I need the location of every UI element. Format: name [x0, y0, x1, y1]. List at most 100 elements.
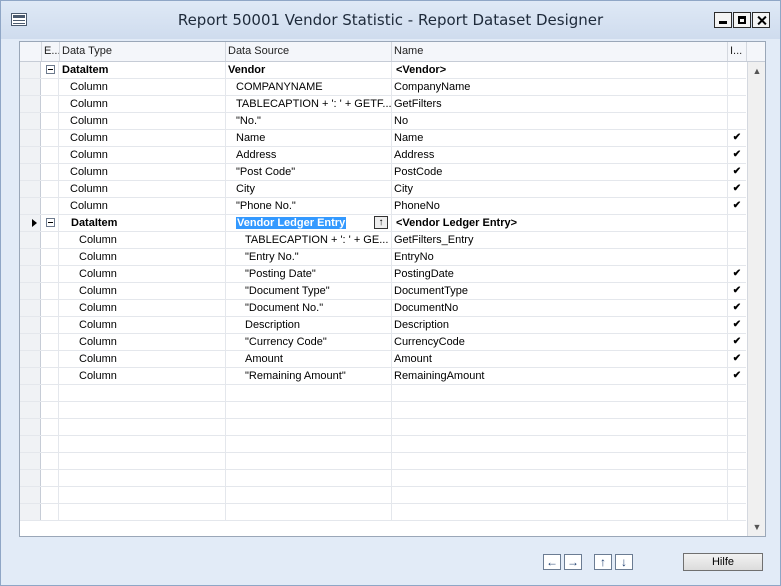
- name-cell[interactable]: RemainingAmount: [392, 368, 728, 384]
- empty-cell[interactable]: [226, 385, 392, 401]
- table-row[interactable]: Column "No." No: [20, 113, 746, 130]
- row-selector[interactable]: [20, 96, 41, 112]
- row-selector[interactable]: [20, 368, 41, 384]
- data-source-cell[interactable]: Amount: [226, 351, 392, 367]
- empty-cell[interactable]: [392, 453, 728, 469]
- data-source-cell[interactable]: "Document No.": [226, 300, 392, 316]
- empty-cell[interactable]: [392, 385, 728, 401]
- table-row[interactable]: DataItem Vendor Ledger Entry ↑ <Vendor Ledg…: [20, 215, 746, 232]
- empty-cell[interactable]: [60, 419, 226, 435]
- row-selector[interactable]: [20, 334, 41, 350]
- data-source-cell[interactable]: "Post Code": [226, 164, 392, 180]
- empty-cell[interactable]: [60, 436, 226, 452]
- table-row[interactable]: Column TABLECAPTION + ': ' + GETF... GetFi…: [20, 96, 746, 113]
- empty-cell[interactable]: [226, 470, 392, 486]
- name-cell[interactable]: DocumentType: [392, 283, 728, 299]
- data-source-cell[interactable]: TABLECAPTION + ': ' + GE...: [226, 232, 392, 248]
- data-source-cell[interactable]: Vendor Ledger Entry ↑: [226, 215, 392, 231]
- empty-cell[interactable]: [728, 436, 746, 452]
- lookup-button[interactable]: ↑: [374, 216, 388, 229]
- table-row[interactable]: [20, 385, 746, 402]
- data-type-cell[interactable]: Column: [60, 96, 226, 112]
- data-source-cell[interactable]: "No.": [226, 113, 392, 129]
- table-row[interactable]: Column "Posting Date" PostingDate ✔: [20, 266, 746, 283]
- name-cell[interactable]: Name: [392, 130, 728, 146]
- data-type-cell[interactable]: Column: [60, 130, 226, 146]
- table-row[interactable]: Column "Phone No." PhoneNo ✔: [20, 198, 746, 215]
- include-caption-checkmark[interactable]: [728, 215, 746, 231]
- data-source-cell[interactable]: Address: [226, 147, 392, 163]
- row-selector[interactable]: [20, 300, 41, 316]
- scroll-down-button[interactable]: ▼: [749, 519, 765, 535]
- row-selector[interactable]: [20, 402, 41, 418]
- table-row[interactable]: Column TABLECAPTION + ': ' + GE... GetFilt…: [20, 232, 746, 249]
- maximize-button[interactable]: [733, 12, 751, 28]
- table-row[interactable]: Column "Entry No." EntryNo: [20, 249, 746, 266]
- name-cell[interactable]: City: [392, 181, 728, 197]
- name-cell[interactable]: Address: [392, 147, 728, 163]
- empty-cell[interactable]: [60, 504, 226, 520]
- dataset-grid[interactable]: E... Data Type Data Source Name I... Dat…: [19, 41, 766, 537]
- table-row[interactable]: Column Description Description ✔: [20, 317, 746, 334]
- empty-cell[interactable]: [392, 436, 728, 452]
- row-selector[interactable]: [20, 419, 41, 435]
- include-caption-checkmark[interactable]: ✔: [728, 368, 746, 384]
- name-cell[interactable]: Description: [392, 317, 728, 333]
- name-cell[interactable]: CurrencyCode: [392, 334, 728, 350]
- empty-cell[interactable]: [226, 419, 392, 435]
- table-row[interactable]: Column "Document No." DocumentNo ✔: [20, 300, 746, 317]
- row-selector[interactable]: [20, 181, 41, 197]
- name-cell[interactable]: Amount: [392, 351, 728, 367]
- table-row[interactable]: Column "Remaining Amount" RemainingAmount ✔: [20, 368, 746, 385]
- empty-cell[interactable]: [392, 504, 728, 520]
- empty-cell[interactable]: [226, 436, 392, 452]
- data-type-cell[interactable]: Column: [60, 351, 226, 367]
- name-cell[interactable]: PostingDate: [392, 266, 728, 282]
- header-expand[interactable]: E...: [42, 42, 60, 61]
- empty-cell[interactable]: [60, 470, 226, 486]
- table-row[interactable]: [20, 436, 746, 453]
- header-name[interactable]: Name: [392, 42, 728, 61]
- data-type-cell[interactable]: Column: [60, 232, 226, 248]
- collapse-icon[interactable]: [46, 218, 55, 227]
- name-cell[interactable]: DocumentNo: [392, 300, 728, 316]
- data-type-cell[interactable]: DataItem: [60, 215, 226, 231]
- table-row[interactable]: [20, 487, 746, 504]
- empty-cell[interactable]: [728, 470, 746, 486]
- header-data-source[interactable]: Data Source: [226, 42, 392, 61]
- data-source-cell[interactable]: "Document Type": [226, 283, 392, 299]
- empty-cell[interactable]: [728, 402, 746, 418]
- include-caption-checkmark[interactable]: ✔: [728, 351, 746, 367]
- row-selector[interactable]: [20, 113, 41, 129]
- row-selector[interactable]: [20, 504, 41, 520]
- name-cell[interactable]: No: [392, 113, 728, 129]
- empty-cell[interactable]: [392, 487, 728, 503]
- data-source-edit-text[interactable]: Vendor Ledger Entry: [236, 217, 347, 229]
- row-selector[interactable]: [20, 317, 41, 333]
- minimize-button[interactable]: [714, 12, 732, 28]
- table-row[interactable]: Column "Currency Code" CurrencyCode ✔: [20, 334, 746, 351]
- table-row[interactable]: [20, 453, 746, 470]
- empty-cell[interactable]: [728, 453, 746, 469]
- help-button[interactable]: Hilfe: [683, 553, 763, 571]
- include-caption-checkmark[interactable]: ✔: [728, 266, 746, 282]
- include-caption-checkmark[interactable]: ✔: [728, 334, 746, 350]
- include-caption-checkmark[interactable]: ✔: [728, 130, 746, 146]
- header-include[interactable]: I...: [728, 42, 747, 61]
- include-caption-checkmark[interactable]: [728, 232, 746, 248]
- table-row[interactable]: Column COMPANYNAME CompanyName: [20, 79, 746, 96]
- data-type-cell[interactable]: Column: [60, 266, 226, 282]
- include-caption-checkmark[interactable]: [728, 249, 746, 265]
- row-selector[interactable]: [20, 385, 41, 401]
- row-selector[interactable]: [20, 266, 41, 282]
- row-selector[interactable]: [20, 351, 41, 367]
- table-row[interactable]: [20, 419, 746, 436]
- data-source-cell[interactable]: TABLECAPTION + ': ' + GETF...: [226, 96, 392, 112]
- empty-cell[interactable]: [60, 385, 226, 401]
- include-caption-checkmark[interactable]: [728, 79, 746, 95]
- data-type-cell[interactable]: Column: [60, 317, 226, 333]
- empty-cell[interactable]: [728, 385, 746, 401]
- empty-cell[interactable]: [392, 419, 728, 435]
- collapse-icon[interactable]: [46, 65, 55, 74]
- name-cell[interactable]: EntryNo: [392, 249, 728, 265]
